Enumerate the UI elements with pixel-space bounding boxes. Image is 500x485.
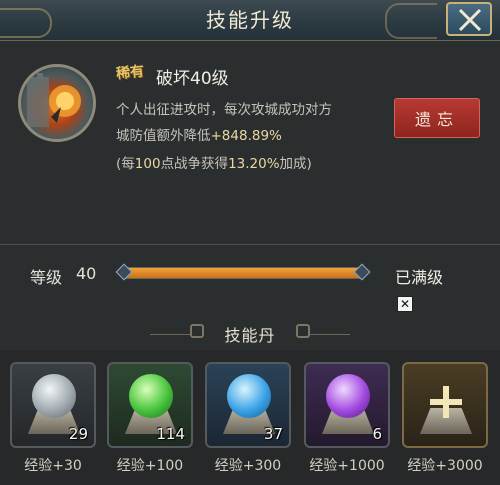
max-level-status: 已满级 xyxy=(395,268,444,287)
pill-exp-label: 经验+100 xyxy=(116,458,184,474)
blue-gem-icon xyxy=(227,374,271,418)
siege-icon xyxy=(27,73,81,127)
pill-exp-label: 经验+300 xyxy=(214,458,282,474)
skill-pill-green[interactable]: 114 xyxy=(107,362,193,448)
skill-icon xyxy=(18,64,96,142)
section-title: 技能丹 xyxy=(224,326,276,345)
plus-icon xyxy=(430,386,462,418)
title-bar: 技能升级 xyxy=(0,0,500,41)
purple-gem-icon xyxy=(326,374,370,418)
desc-line3-num: 100 xyxy=(134,156,161,172)
skill-level-text: 40级 xyxy=(190,69,229,89)
skill-name: 破坏40级 xyxy=(156,64,229,89)
pill-exp-label: 经验+3000 xyxy=(407,458,483,474)
pill-count: 29 xyxy=(68,425,88,443)
skill-desc-line1: 个人出征进攻时，每次攻城成功对方 xyxy=(116,102,332,118)
pill-count: 37 xyxy=(263,425,283,443)
max-level-checkbox[interactable]: ✕ xyxy=(397,296,413,312)
level-progress-bar xyxy=(115,263,371,281)
desc-line3-pct: 13.20% xyxy=(228,156,280,172)
pill-count: 6 xyxy=(372,425,382,443)
divider xyxy=(0,244,500,245)
skill-desc-line2: 城防值额外降低+848.89% xyxy=(116,124,282,144)
level-label: 等级 xyxy=(30,268,63,287)
close-button[interactable] xyxy=(446,2,492,36)
window-title: 技能升级 xyxy=(206,8,294,32)
pill-exp-label: 经验+30 xyxy=(24,458,82,474)
skill-desc-line3: (每100点战争获得13.20%加成) xyxy=(116,152,312,172)
pill-exp-label: 经验+1000 xyxy=(309,458,385,474)
skill-name-text: 破坏 xyxy=(156,69,190,89)
skill-pill-purple[interactable]: 6 xyxy=(304,362,390,448)
level-value: 40 xyxy=(76,264,97,283)
level-progress-fill xyxy=(125,268,361,278)
white-gem-icon xyxy=(32,374,76,418)
desc-line3-prefix: (每 xyxy=(116,156,135,172)
forget-button[interactable]: 遗忘 xyxy=(394,98,480,138)
pill-count: 114 xyxy=(156,425,185,443)
skill-pill-blue[interactable]: 37 xyxy=(205,362,291,448)
skill-pill-white[interactable]: 29 xyxy=(10,362,96,448)
section-deco-right xyxy=(310,334,350,335)
close-icon xyxy=(458,8,482,32)
desc-line2-prefix: 城防值额外降低 xyxy=(116,128,211,144)
skill-pill-gold-add[interactable] xyxy=(402,362,488,448)
desc-line2-value: +848.89% xyxy=(210,128,282,144)
desc-line3-suffix: 加成) xyxy=(279,156,312,172)
desc-line3-mid: 点战争获得 xyxy=(160,156,229,172)
section-deco-right-icon xyxy=(296,324,310,338)
rarity-badge: 稀有 xyxy=(115,63,145,83)
green-gem-icon xyxy=(129,374,173,418)
